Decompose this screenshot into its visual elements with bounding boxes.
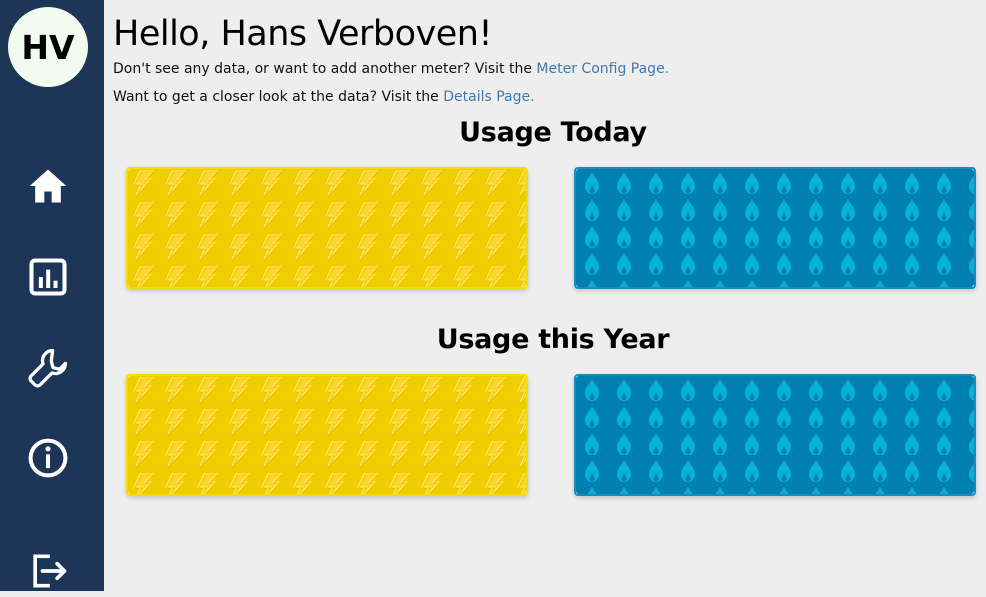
config-prompt-line: Don't see any data, or want to add anoth… — [113, 61, 669, 77]
dashboard-main: Hello, Hans Verboven! Don't see any data… — [104, 0, 986, 591]
details-prompt-line: Want to get a closer look at the data? V… — [113, 89, 535, 105]
flame-icon — [576, 376, 974, 494]
electricity-today-card[interactable] — [126, 167, 528, 289]
info-icon — [28, 438, 68, 478]
usage-today-title: Usage Today — [459, 117, 647, 148]
home-icon — [29, 169, 67, 203]
electricity-year-card[interactable] — [126, 374, 528, 496]
sidebar-item-info[interactable] — [22, 432, 74, 484]
greeting-title: Hello, Hans Verboven! — [113, 14, 493, 54]
sidebar-item-meter-config[interactable] — [22, 342, 74, 394]
lightning-icon — [128, 169, 526, 287]
details-page-link[interactable]: Details Page. — [443, 89, 534, 105]
usage-year-title: Usage this Year — [436, 324, 670, 355]
avatar-initials: HV — [21, 27, 75, 67]
flame-icon — [576, 169, 974, 287]
sidebar-item-logout[interactable] — [22, 545, 74, 597]
sidebar-item-details[interactable] — [22, 251, 74, 303]
gas-today-card[interactable] — [574, 167, 976, 289]
chart-icon — [29, 258, 67, 296]
user-avatar[interactable]: HV — [8, 7, 88, 87]
sidebar-item-home[interactable] — [22, 160, 74, 212]
lightning-icon — [128, 376, 526, 494]
sidebar: HV — [0, 0, 104, 591]
details-prompt-text: Want to get a closer look at the data? V… — [113, 89, 444, 105]
gas-year-card[interactable] — [574, 374, 976, 496]
wrench-icon — [28, 348, 68, 388]
config-prompt-text: Don't see any data, or want to add anoth… — [113, 61, 537, 77]
meter-config-link[interactable]: Meter Config Page. — [536, 61, 669, 77]
logout-icon — [33, 554, 67, 588]
